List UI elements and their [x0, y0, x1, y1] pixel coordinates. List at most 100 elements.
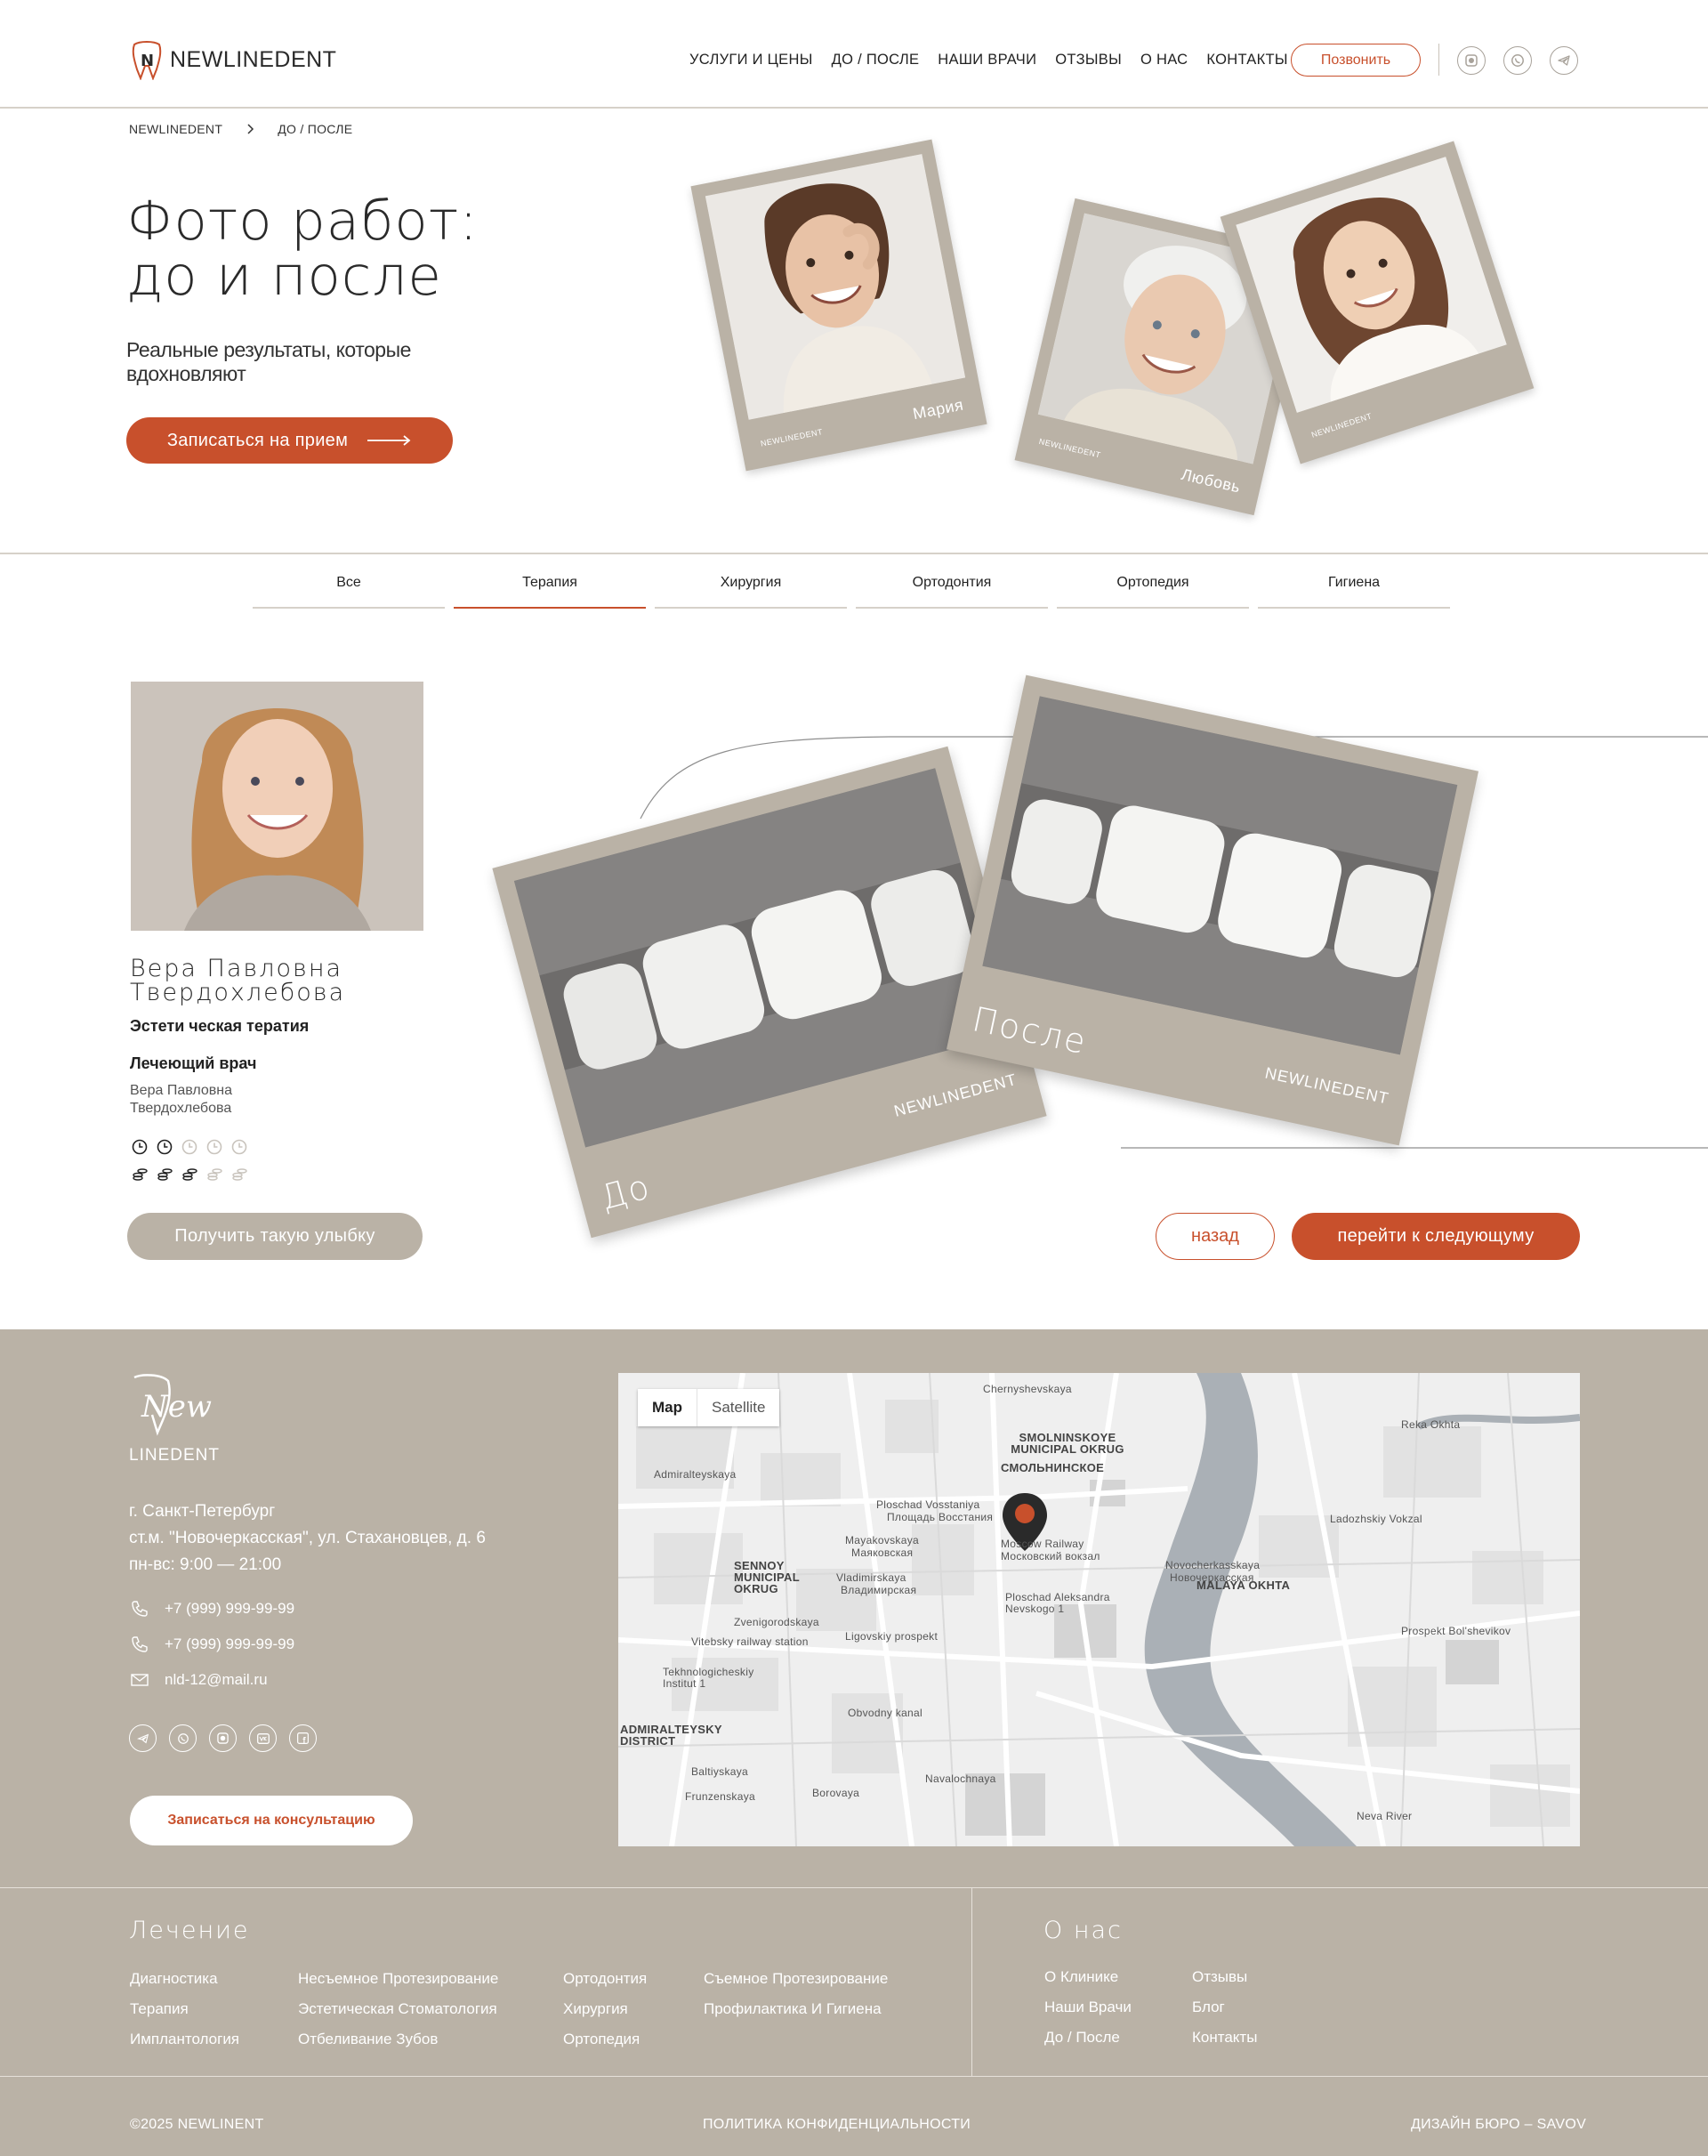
tab-orthodontics[interactable]: Ортодонтия [856, 575, 1048, 609]
polaroid-brand: NEWLINEDENT [1037, 436, 1102, 460]
facebook-icon[interactable] [289, 1724, 317, 1752]
phone-contact-1[interactable]: +7 (999) 999-99-99 [131, 1600, 294, 1618]
polaroid-brand: NEWLINEDENT [760, 427, 824, 448]
nav-about[interactable]: О НАС [1140, 52, 1188, 69]
map-label: Vitebsky railway station [691, 1635, 809, 1648]
map-label: Zvenigorodskaya [734, 1616, 819, 1628]
footer-link-implantology[interactable]: Имплантология [130, 2031, 239, 2048]
footer-logo[interactable]: New LINEDENT [129, 1372, 227, 1466]
logo[interactable]: N NEWLINEDENT [131, 39, 336, 80]
map-view-button[interactable]: Map [638, 1389, 697, 1426]
map-label: Admiralteyskaya [654, 1468, 737, 1481]
call-button[interactable]: Позвонить [1291, 44, 1421, 77]
map-label: SENNOY MUNICIPAL OKRUG [734, 1559, 800, 1595]
logo-text: NEWLINEDENT [170, 46, 337, 72]
page-title: Фото работ: до и после [126, 194, 479, 304]
privacy-policy-link[interactable]: ПОЛИТИКА КОНФИДЕНЦИАЛЬНОСТИ [703, 2117, 971, 2133]
footer-link-aesthetic[interactable]: Эстетическая Стоматология [298, 2000, 497, 2018]
designer-credit[interactable]: ДИЗАЙН БЮРО – SAVOV [1411, 2117, 1586, 2133]
email-address: nld-12@mail.ru [165, 1671, 268, 1688]
consultation-button[interactable]: Записаться на консультацию [130, 1796, 413, 1845]
vk-icon[interactable] [249, 1724, 277, 1752]
map-label: Московский вокзал [1001, 1550, 1100, 1562]
tab-all[interactable]: Все [253, 575, 445, 609]
phone-contact-2[interactable]: +7 (999) 999-99-99 [131, 1635, 294, 1653]
nav-contacts[interactable]: КОНТАКТЫ [1206, 52, 1287, 69]
section-divider [0, 553, 1708, 554]
clock-icon [181, 1139, 197, 1155]
footer-link-before-after[interactable]: До / После [1044, 2029, 1120, 2047]
email-contact[interactable]: nld-12@mail.ru [131, 1671, 268, 1689]
location-map[interactable]: Map Satellite Chernyshevskaya SMOLNINSKO… [618, 1373, 1580, 1846]
whatsapp-icon[interactable] [1503, 46, 1532, 75]
book-appointment-button[interactable]: Записаться на прием [126, 417, 453, 464]
map-label: Ploschad Vosstaniya [876, 1498, 980, 1511]
opening-hours: пн-вс: 9:00 — 21:00 [129, 1555, 282, 1574]
address-street: ст.м. "Новочеркасская", ул. Стахановцев,… [129, 1529, 486, 1547]
coins-icon [182, 1168, 197, 1181]
card-brand: NEWLINEDENT [1263, 1063, 1391, 1108]
footer-link-contacts[interactable]: Контакты [1192, 2029, 1257, 2047]
next-case-button[interactable]: перейти к следующуму [1292, 1213, 1580, 1260]
map-label: Frunzenskaya [685, 1790, 755, 1803]
tab-hygiene[interactable]: Гигиена [1258, 575, 1450, 609]
map-label: Reka Okhta [1401, 1418, 1461, 1431]
svg-text:N: N [141, 52, 154, 70]
footer-link-blog[interactable]: Блог [1192, 1999, 1225, 2016]
map-label: Ploschad Aleksandra Nevskogo 1 [1005, 1591, 1110, 1615]
footer-link-fixed-prosthetics[interactable]: Несъемное Протезирование [298, 1970, 498, 1988]
map-label: Ligovskiy prospekt [845, 1630, 939, 1643]
site-header: N NEWLINEDENT УСЛУГИ И ЦЕНЫ ДО / ПОСЛЕ Н… [0, 0, 1708, 109]
map-label: Chernyshevskaya [983, 1383, 1072, 1395]
doctor-name-line2: Твердохлебова [130, 979, 346, 1006]
clock-icon [206, 1139, 222, 1155]
footer-link-doctors[interactable]: Наши Врачи [1044, 1999, 1132, 2016]
record-icon[interactable] [209, 1724, 237, 1752]
nav-services[interactable]: УСЛУГИ И ЦЕНЫ [689, 52, 813, 69]
footer-link-orthopedics[interactable]: Ортопедия [563, 2031, 640, 2048]
nav-before-after[interactable]: ДО / ПОСЛЕ [832, 52, 920, 69]
map-label: Moscow Railway [1001, 1538, 1084, 1550]
get-smile-button[interactable]: Получить такую улыбку [127, 1213, 423, 1260]
phone-icon [132, 1601, 148, 1617]
map-label: SMOLNINSKOYE MUNICIPAL OKRUG [1011, 1431, 1124, 1456]
treating-doctor-name: Вера Павловна Твердохлебова [130, 1083, 232, 1116]
coins-icon [157, 1168, 173, 1181]
footer-divider-vertical [971, 1887, 972, 2076]
back-button[interactable]: назад [1156, 1213, 1275, 1260]
footer-link-reviews[interactable]: Отзывы [1192, 1968, 1247, 1986]
breadcrumb-home[interactable]: NEWLINEDENT [129, 122, 222, 136]
record-icon[interactable] [1457, 46, 1486, 75]
footer-divider [0, 2076, 1708, 2077]
footer-link-orthodontics[interactable]: Ортодонтия [563, 1970, 647, 1988]
doctor-photo [131, 682, 423, 931]
nav-doctors[interactable]: НАШИ ВРАЧИ [938, 52, 1036, 69]
clock-icon [157, 1139, 173, 1155]
telegram-icon[interactable] [129, 1724, 157, 1752]
doctor-specialty: Эстети ческая тератия [130, 1017, 310, 1035]
card-brand: NEWLINEDENT [891, 1070, 1019, 1120]
footer-link-surgery[interactable]: Хирургия [563, 2000, 628, 2018]
footer-link-diagnostics[interactable]: Диагностика [130, 1970, 218, 1988]
footer-link-therapy[interactable]: Терапия [130, 2000, 189, 2018]
nav-reviews[interactable]: ОТЗЫВЫ [1055, 52, 1122, 69]
breadcrumb: NEWLINEDENT ДО / ПОСЛЕ [129, 122, 352, 136]
treating-doctor-label: Лечеющий врач [130, 1054, 257, 1072]
whatsapp-icon[interactable] [169, 1724, 197, 1752]
doctor-name-line1: Вера Павловна [130, 955, 343, 982]
coins-icon [232, 1168, 247, 1181]
telegram-icon[interactable] [1550, 46, 1578, 75]
footer-link-hygiene[interactable]: Профилактика И Гигиена [704, 2000, 882, 2018]
clinic-address: г. Санкт-Петербург ст.м. "Новочеркасская… [129, 1498, 486, 1579]
patient-polaroid-1: NEWLINEDENT Мария [690, 139, 987, 472]
footer-link-whitening[interactable]: Отбеливание Зубов [298, 2031, 438, 2048]
map-label: Baltiyskaya [691, 1765, 748, 1778]
tab-orthopedics[interactable]: Ортопедия [1057, 575, 1249, 609]
phone-number: +7 (999) 999-99-99 [165, 1600, 295, 1617]
tab-surgery[interactable]: Хирургия [655, 575, 847, 609]
tab-therapy[interactable]: Терапия [454, 575, 646, 609]
footer-link-removable-prosthetics[interactable]: Съемное Протезирование [704, 1970, 888, 1988]
satellite-view-button[interactable]: Satellite [697, 1389, 779, 1426]
footer-link-clinic[interactable]: О Клинике [1044, 1968, 1118, 1986]
map-label: Prospekt Bol'shevikov [1401, 1625, 1511, 1637]
